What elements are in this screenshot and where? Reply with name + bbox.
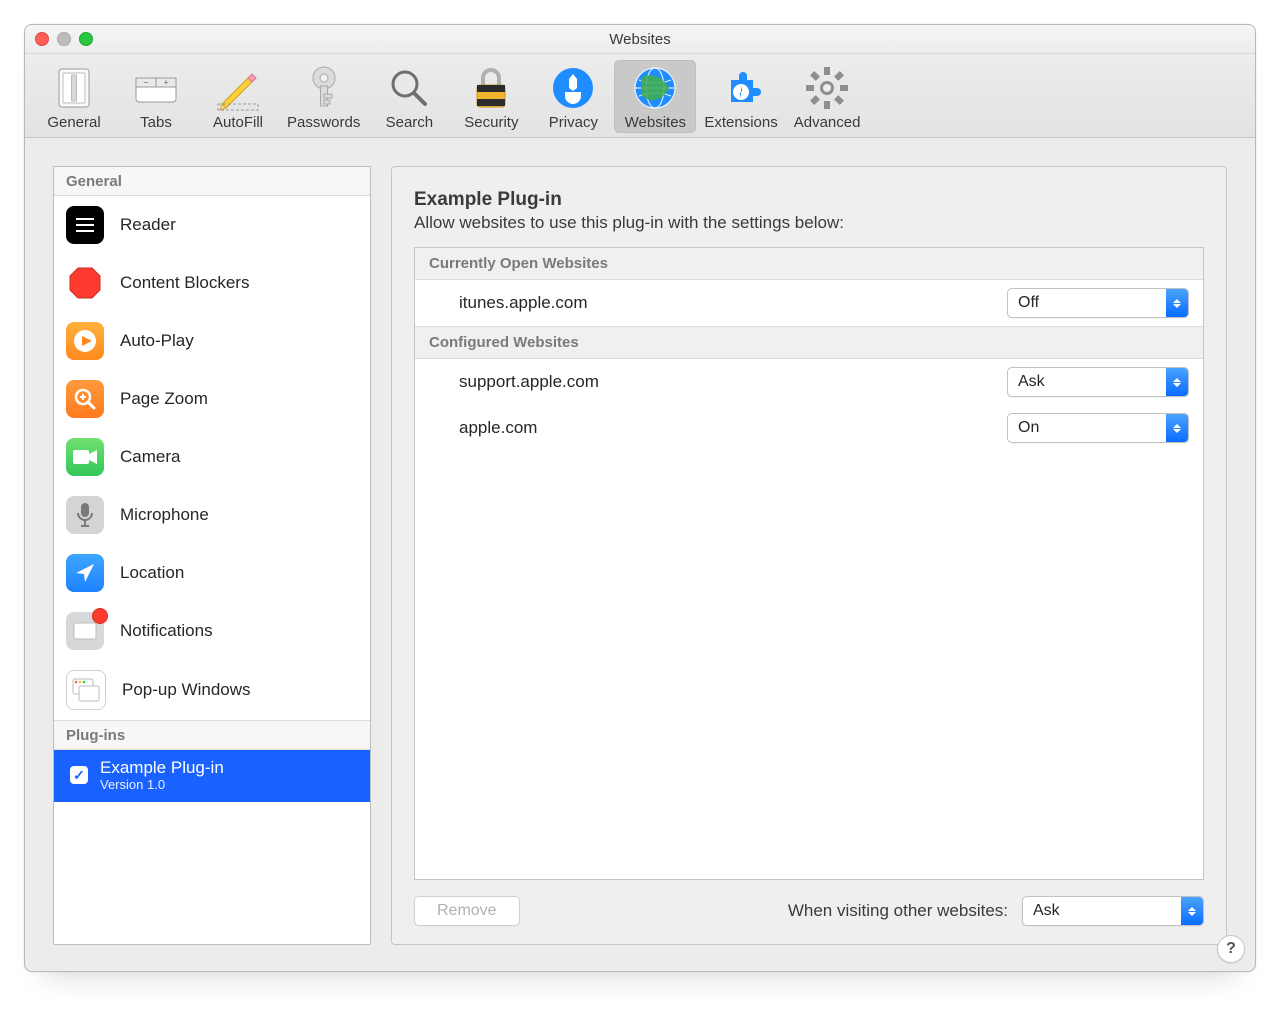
autofill-icon: [214, 64, 262, 112]
website-domain: apple.com: [459, 418, 995, 438]
popup-windows-icon: [66, 670, 106, 710]
tab-autofill[interactable]: AutoFill: [197, 60, 279, 133]
sidebar-item-label: Content Blockers: [120, 273, 249, 293]
website-permission-select[interactable]: Off: [1007, 288, 1189, 318]
preferences-window: Websites General − +: [24, 24, 1256, 972]
passwords-icon: [300, 64, 348, 112]
detail-footer: Remove When visiting other websites: Ask: [414, 896, 1204, 926]
notifications-badge-icon: [92, 608, 108, 624]
website-row[interactable]: support.apple.com Ask: [415, 359, 1203, 405]
sidebar-item-label: Notifications: [120, 621, 213, 641]
sidebar-item-popup-windows[interactable]: Pop-up Windows: [54, 660, 370, 720]
close-window-button[interactable]: [35, 32, 49, 46]
sidebar-item-notifications[interactable]: Notifications: [54, 602, 370, 660]
camera-icon: [66, 438, 104, 476]
plugin-enabled-checkbox[interactable]: ✓: [70, 766, 88, 784]
website-row[interactable]: itunes.apple.com Off: [415, 280, 1203, 326]
location-icon: [66, 554, 104, 592]
plugin-title: Example Plug-in: [100, 758, 224, 778]
security-icon: [467, 64, 515, 112]
tab-search[interactable]: Search: [368, 60, 450, 133]
configured-websites-header: Configured Websites: [415, 326, 1203, 359]
tab-advanced[interactable]: Advanced: [786, 60, 869, 133]
website-row[interactable]: apple.com On: [415, 405, 1203, 451]
website-permission-select[interactable]: Ask: [1007, 367, 1189, 397]
extensions-icon: [717, 64, 765, 112]
tab-security[interactable]: Security: [450, 60, 532, 133]
sidebar-item-location[interactable]: Location: [54, 544, 370, 602]
website-permission-select[interactable]: On: [1007, 413, 1189, 443]
open-websites-header: Currently Open Websites: [415, 248, 1203, 280]
detail-description: Allow websites to use this plug-in with …: [414, 213, 1204, 233]
stepper-icon: [1166, 289, 1188, 317]
traffic-lights: [25, 32, 93, 46]
other-websites-select[interactable]: Ask: [1022, 896, 1204, 926]
body: General Reader Content Blockers Auto-Pla…: [25, 138, 1255, 971]
tabs-icon: − +: [132, 64, 180, 112]
minimize-window-button[interactable]: [57, 32, 71, 46]
plugin-version: Version 1.0: [100, 778, 224, 793]
stepper-icon: [1166, 414, 1188, 442]
sidebar-item-label: Reader: [120, 215, 176, 235]
stepper-icon: [1166, 368, 1188, 396]
preferences-toolbar: General − + Tabs: [25, 54, 1255, 138]
tab-passwords[interactable]: Passwords: [279, 60, 368, 133]
advanced-icon: [803, 64, 851, 112]
sidebar-item-reader[interactable]: Reader: [54, 196, 370, 254]
sidebar-item-label: Camera: [120, 447, 180, 467]
detail-panel: Example Plug-in Allow websites to use th…: [391, 166, 1227, 945]
reader-icon: [66, 206, 104, 244]
titlebar: Websites: [25, 25, 1255, 54]
website-domain: support.apple.com: [459, 372, 995, 392]
general-icon: [50, 64, 98, 112]
website-domain: itunes.apple.com: [459, 293, 995, 313]
tab-websites[interactable]: Websites: [614, 60, 696, 133]
page-zoom-icon: [66, 380, 104, 418]
window-title: Websites: [25, 31, 1255, 48]
tab-tabs[interactable]: − + Tabs: [115, 60, 197, 133]
tab-extensions[interactable]: Extensions: [696, 60, 785, 133]
help-button[interactable]: ?: [1217, 935, 1245, 963]
sidebar-item-example-plugin[interactable]: ✓ Example Plug-in Version 1.0: [54, 750, 370, 802]
remove-button[interactable]: Remove: [414, 896, 520, 926]
sidebar-item-content-blockers[interactable]: Content Blockers: [54, 254, 370, 312]
websites-icon: [631, 64, 679, 112]
other-websites-label: When visiting other websites:: [788, 901, 1008, 921]
sidebar-item-microphone[interactable]: Microphone: [54, 486, 370, 544]
auto-play-icon: [66, 322, 104, 360]
sidebar-section-plugins: Plug-ins: [54, 720, 370, 750]
tab-general[interactable]: General: [33, 60, 115, 133]
sidebar-item-auto-play[interactable]: Auto-Play: [54, 312, 370, 370]
svg-text:−: −: [143, 78, 148, 88]
sidebar-item-label: Page Zoom: [120, 389, 208, 409]
search-icon: [385, 64, 433, 112]
sidebar-item-label: Microphone: [120, 505, 209, 525]
sidebar-item-page-zoom[interactable]: Page Zoom: [54, 370, 370, 428]
stepper-icon: [1181, 897, 1203, 925]
microphone-icon: [66, 496, 104, 534]
tab-privacy[interactable]: Privacy: [532, 60, 614, 133]
sidebar-item-label: Location: [120, 563, 184, 583]
websites-list: Currently Open Websites itunes.apple.com…: [414, 247, 1204, 880]
detail-title: Example Plug-in: [414, 189, 1204, 211]
sidebar-item-label: Auto-Play: [120, 331, 194, 351]
zoom-window-button[interactable]: [79, 32, 93, 46]
notifications-icon: [66, 612, 104, 650]
content-blockers-icon: [66, 264, 104, 302]
sidebar-section-general: General: [54, 167, 370, 196]
sidebar-item-camera[interactable]: Camera: [54, 428, 370, 486]
svg-text:+: +: [163, 78, 168, 88]
websites-sidebar: General Reader Content Blockers Auto-Pla…: [53, 166, 371, 945]
privacy-icon: [549, 64, 597, 112]
sidebar-item-label: Pop-up Windows: [122, 680, 251, 700]
